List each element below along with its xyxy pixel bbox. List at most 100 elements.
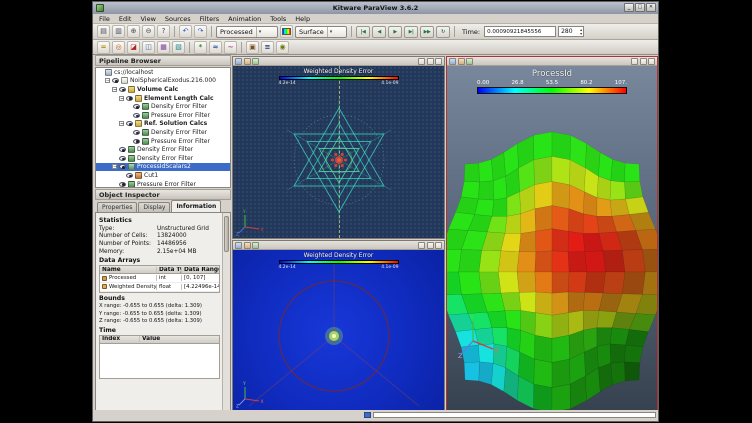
color-legend[interactable]: ProcessId 0.00 26.8 53.5 80.2 107. [477,69,627,94]
pipeline-item[interactable]: −Element Length Calc [96,94,230,103]
close-view-icon[interactable] [435,242,442,249]
threshold-button[interactable]: ▦ [157,41,170,54]
edit-view-options-icon[interactable] [458,58,465,65]
pipeline-item[interactable]: Pressure Error Filter [96,111,230,120]
tree-expander[interactable]: − [119,121,124,126]
menu-sources[interactable]: Sources [165,15,191,23]
edit-view-options-icon[interactable] [244,242,251,249]
split-horizontal-icon[interactable] [418,242,425,249]
table-row[interactable]: Weighted Density Error float [4.22496e-1… [100,283,219,292]
menu-filters[interactable]: Filters [200,15,219,23]
play-button[interactable]: ▶ [388,26,402,38]
menu-edit[interactable]: Edit [119,15,132,23]
pipeline-item[interactable]: Density Error Filter [96,154,230,163]
visibility-eye-icon[interactable] [126,96,133,101]
color-legend[interactable]: Weighted Density Error 4.2e-14 4.1e-09 [279,252,399,270]
visibility-eye-icon[interactable] [133,139,140,144]
previous-frame-button[interactable]: ◀ [372,26,386,38]
disconnect-server-button[interactable]: ⊖ [142,25,155,38]
split-vertical-icon[interactable] [640,58,647,65]
visibility-eye-icon[interactable] [119,182,126,187]
warp-vector-button[interactable]: ~ [224,41,237,54]
tree-expander[interactable]: − [112,87,117,92]
scrollbar-thumb[interactable] [224,216,229,252]
menu-view[interactable]: View [140,15,155,23]
minimize-button[interactable]: _ [624,3,634,12]
close-view-icon[interactable] [435,58,442,65]
time-input[interactable] [484,26,556,37]
pipeline-item-source[interactable]: −NoiSphericalExodus.216.000 [96,77,230,86]
visibility-eye-icon[interactable] [133,104,140,109]
color-array-select[interactable]: Processed ▾ [216,26,278,38]
split-vertical-icon[interactable] [427,58,434,65]
plot-over-line-button[interactable]: ≡ [261,41,274,54]
menu-tools[interactable]: Tools [270,15,286,23]
split-horizontal-icon[interactable] [631,58,638,65]
tab-display[interactable]: Display [138,202,170,212]
pipeline-item[interactable]: Density Error Filter [96,102,230,111]
close-view-icon[interactable] [648,58,655,65]
visibility-eye-icon[interactable] [126,173,133,178]
help-button[interactable]: ? [157,25,170,38]
contour-button[interactable]: ◎ [112,41,125,54]
3d-viewport[interactable]: Weighted Density Error 4.2e-14 4.1e-09 Y… [233,250,444,410]
visibility-eye-icon[interactable] [133,130,140,135]
maximize-button[interactable]: □ [635,3,645,12]
pipeline-item-server[interactable]: cs://localhost [96,68,230,77]
camera-icon[interactable] [235,242,242,249]
color-legend[interactable]: Weighted Density Error 4.2e-14 4.1e-09 [279,68,399,86]
title-bar[interactable]: Kitware ParaView 3.6.2 _ □ ✕ [93,2,658,14]
pipeline-item[interactable]: Pressure Error Filter [96,180,230,188]
reset-camera-icon[interactable] [252,58,259,65]
pipeline-item[interactable]: Density Error Filter [96,145,230,154]
reset-camera-icon[interactable] [466,58,473,65]
reset-camera-icon[interactable] [252,242,259,249]
probe-button[interactable]: ◉ [276,41,289,54]
tree-expander[interactable]: − [105,78,110,83]
tab-information[interactable]: Information [171,200,221,212]
visibility-eye-icon[interactable] [112,78,119,83]
first-frame-button[interactable]: |◀ [356,26,370,38]
connect-server-button[interactable]: ⊕ [127,25,140,38]
open-file-button[interactable]: ▤ [97,25,110,38]
tree-expander[interactable]: − [119,96,124,101]
visibility-eye-icon[interactable] [119,87,126,92]
camera-icon[interactable] [449,58,456,65]
tab-properties[interactable]: Properties [97,202,137,212]
pipeline-item[interactable]: Cut1 [96,171,230,180]
stream-tracer-button[interactable]: ≈ [209,41,222,54]
menu-file[interactable]: File [99,15,110,23]
pipeline-item-selected[interactable]: −ProcessIdScalars2 [96,163,230,172]
close-button[interactable]: ✕ [646,3,656,12]
representation-select[interactable]: Surface ▾ [295,26,347,38]
edit-colormap-button[interactable] [280,25,293,38]
visibility-eye-icon[interactable] [133,113,140,118]
pipeline-item[interactable]: Density Error Filter [96,128,230,137]
menu-animation[interactable]: Animation [228,15,261,23]
visibility-eye-icon[interactable] [119,147,126,152]
last-frame-button[interactable]: ▶▶ [420,26,434,38]
loop-button[interactable]: ↻ [436,26,450,38]
menu-help[interactable]: Help [295,15,310,23]
object-inspector-header[interactable]: Object Inspector [95,189,231,200]
edit-view-options-icon[interactable] [244,58,251,65]
pipeline-item[interactable]: −Volume Calc [96,85,230,94]
pipeline-item[interactable]: Pressure Error Filter [96,137,230,146]
3d-viewport[interactable]: Weighted Density Error 4.2e-14 4.1e-09 Y… [233,66,444,238]
undo-button[interactable]: ↶ [179,25,192,38]
next-frame-button[interactable]: ▶| [404,26,418,38]
3d-viewport[interactable]: ProcessId 0.00 26.8 53.5 80.2 107. Y X Z [447,66,657,410]
group-datasets-button[interactable]: ▣ [246,41,259,54]
split-horizontal-icon[interactable] [418,58,425,65]
save-button[interactable]: ▥ [112,25,125,38]
pipeline-browser-header[interactable]: Pipeline Browser [95,55,231,66]
visibility-eye-icon[interactable] [119,164,126,169]
camera-icon[interactable] [235,58,242,65]
scrollbar[interactable] [222,213,230,417]
frame-spinbox[interactable]: 280 ▴▾ [558,26,584,37]
slice-button[interactable]: ◫ [142,41,155,54]
visibility-eye-icon[interactable] [126,121,133,126]
glyph-filter-button[interactable]: * [194,41,207,54]
calculator-button[interactable]: = [97,41,110,54]
clip-button[interactable]: ◪ [127,41,140,54]
